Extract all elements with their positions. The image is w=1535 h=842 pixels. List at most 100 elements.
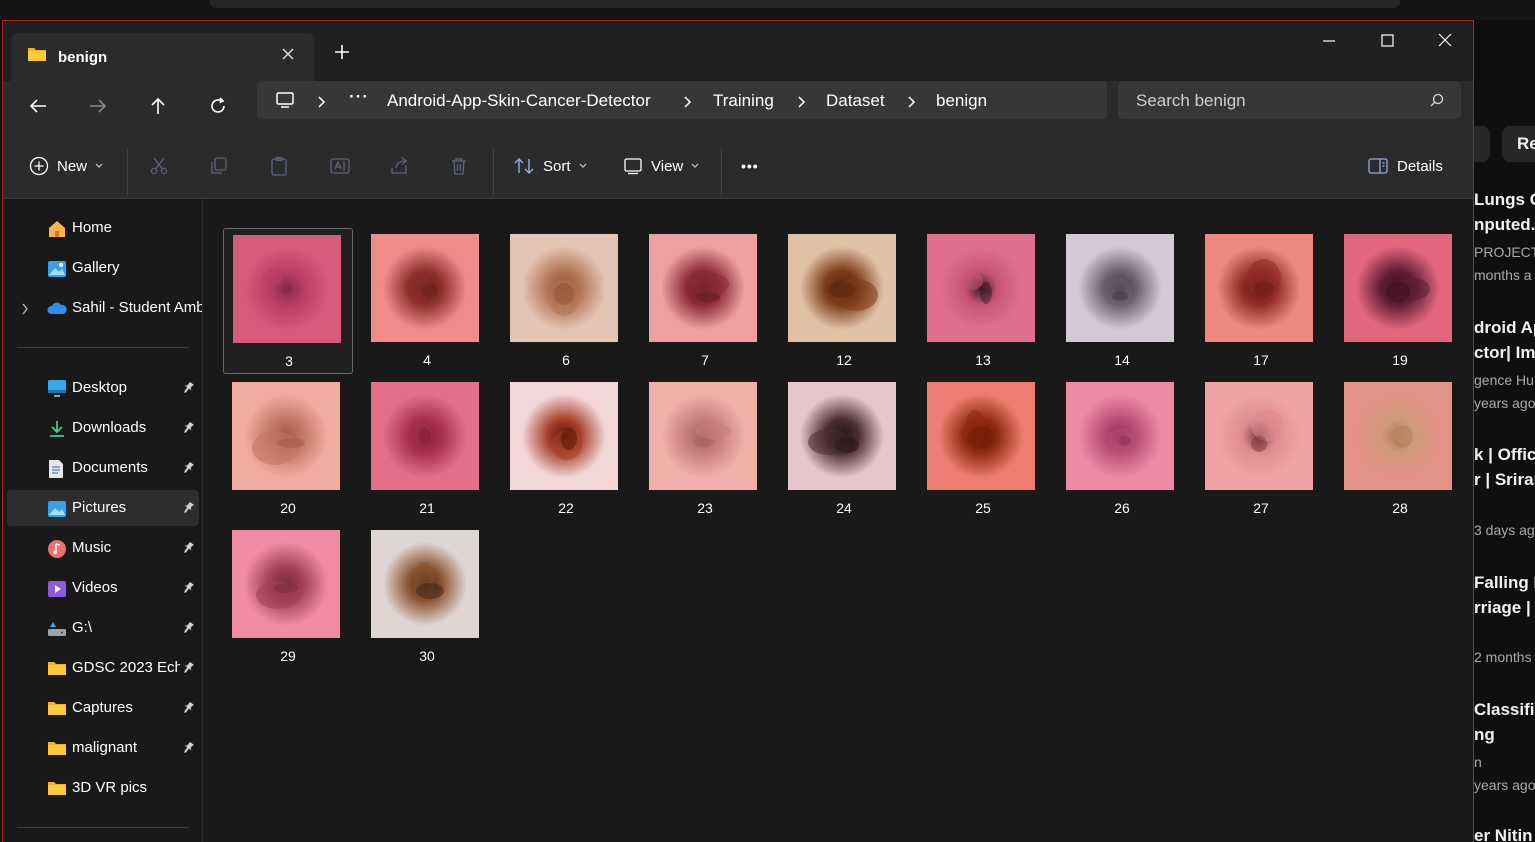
image-thumbnail xyxy=(1066,382,1174,490)
chevron-right-icon[interactable] xyxy=(21,302,29,319)
cut-button[interactable] xyxy=(149,153,169,179)
file-item[interactable]: 26 xyxy=(1057,376,1187,522)
sidebar-item-3d-vr-pics[interactable]: 3D VR pics xyxy=(7,770,199,806)
file-item[interactable]: 27 xyxy=(1196,376,1326,522)
sidebar-item-home[interactable]: Home xyxy=(7,210,199,246)
details-pane-button[interactable]: Details xyxy=(1367,153,1443,179)
minimize-button[interactable] xyxy=(1317,31,1341,51)
pin-icon[interactable] xyxy=(181,421,195,439)
sidebar-item-label: Pictures xyxy=(72,499,127,516)
breadcrumb-segment[interactable]: Android-App-Skin-Cancer-Detector xyxy=(387,91,651,111)
plus-circle-icon xyxy=(29,156,49,176)
chevron-down-icon xyxy=(579,163,586,168)
up-button[interactable] xyxy=(143,91,173,121)
file-name: 22 xyxy=(558,500,574,516)
background-page-text: nputed... xyxy=(1474,215,1535,234)
view-button[interactable]: View xyxy=(623,153,699,179)
pin-icon[interactable] xyxy=(181,381,195,399)
background-page-text: PROJECT xyxy=(1474,244,1535,260)
pin-icon[interactable] xyxy=(181,461,195,479)
file-item[interactable]: 12 xyxy=(779,228,909,374)
maximize-button[interactable] xyxy=(1375,31,1399,51)
sidebar-item-videos[interactable]: Videos xyxy=(7,570,199,606)
background-page-text: 3 days ag xyxy=(1474,522,1535,538)
chevron-right-icon[interactable] xyxy=(317,95,327,108)
share-button[interactable] xyxy=(389,153,409,179)
file-item[interactable]: 3 xyxy=(223,228,353,374)
file-item[interactable]: 28 xyxy=(1335,376,1465,522)
chevron-right-icon[interactable] xyxy=(683,95,693,108)
copy-button[interactable] xyxy=(209,153,229,179)
forward-button[interactable] xyxy=(83,91,113,121)
pin-icon[interactable] xyxy=(181,541,195,559)
file-item[interactable]: 6 xyxy=(501,228,631,374)
sidebar-item-malignant[interactable]: malignant xyxy=(7,730,199,766)
document-icon xyxy=(47,459,65,478)
file-item[interactable]: 25 xyxy=(918,376,1048,522)
delete-button[interactable] xyxy=(449,153,469,179)
pin-icon[interactable] xyxy=(181,621,195,639)
toolbar-divider xyxy=(493,149,494,195)
breadcrumb-segment[interactable]: Training xyxy=(713,91,774,111)
pin-icon[interactable] xyxy=(181,661,195,679)
sidebar-item-desktop[interactable]: Desktop xyxy=(7,370,199,406)
sidebar-item-g[interactable]: G:\ xyxy=(7,610,199,646)
image-thumbnail xyxy=(1344,234,1452,342)
more-options-button[interactable]: ••• xyxy=(741,153,759,179)
chevron-right-icon[interactable] xyxy=(797,95,807,108)
breadcrumb-segment[interactable]: Dataset xyxy=(826,91,885,111)
file-item[interactable]: 30 xyxy=(362,524,492,670)
file-item[interactable]: 17 xyxy=(1196,228,1326,374)
file-item[interactable]: 29 xyxy=(223,524,353,670)
copy-icon xyxy=(211,157,227,174)
sidebar-item-documents[interactable]: Documents xyxy=(7,450,199,486)
file-item[interactable]: 4 xyxy=(362,228,492,374)
pin-icon[interactable] xyxy=(181,501,195,519)
sidebar-item-downloads[interactable]: Downloads xyxy=(7,410,199,446)
clipboard-icon xyxy=(271,156,287,176)
pin-icon[interactable] xyxy=(181,701,195,719)
pin-icon[interactable] xyxy=(181,741,195,759)
details-button-label: Details xyxy=(1397,157,1443,175)
background-page-text: gence Hu xyxy=(1474,372,1534,388)
paste-button[interactable] xyxy=(269,153,289,179)
refresh-button[interactable] xyxy=(203,91,233,121)
chevron-down-icon xyxy=(691,163,699,168)
file-item[interactable]: 24 xyxy=(779,376,909,522)
breadcrumb-segment[interactable]: benign xyxy=(936,91,987,111)
sidebar-item-captures[interactable]: Captures xyxy=(7,690,199,726)
background-browser-page: Re Lungs C nputed... PROJECT months a droid … xyxy=(1474,120,1535,842)
back-button[interactable] xyxy=(23,91,53,121)
address-bar[interactable]: ··· Android-App-Skin-Cancer-Detector Tra… xyxy=(257,81,1107,119)
sidebar-item-music[interactable]: Music xyxy=(7,530,199,566)
file-item[interactable]: 19 xyxy=(1335,228,1465,374)
file-name: 30 xyxy=(419,648,435,664)
address-overflow-button[interactable]: ··· xyxy=(349,87,369,107)
sort-button[interactable]: Sort xyxy=(513,153,587,179)
tab-close-icon[interactable] xyxy=(279,45,297,63)
file-item[interactable]: 21 xyxy=(362,376,492,522)
search-box[interactable]: Search benign xyxy=(1118,81,1461,119)
chevron-right-icon[interactable] xyxy=(907,95,917,108)
sidebar-item-gallery[interactable]: Gallery xyxy=(7,250,199,286)
file-item[interactable]: 22 xyxy=(501,376,631,522)
sidebar-item-onedrive[interactable]: Sahil - Student Ambassador xyxy=(7,290,202,326)
tab-benign[interactable]: benign xyxy=(11,33,315,81)
file-item[interactable]: 13 xyxy=(918,228,1048,374)
file-item[interactable]: 23 xyxy=(640,376,770,522)
sidebar-item-gdsc-2023-echelon[interactable]: GDSC 2023 Echelon xyxy=(7,650,199,686)
file-item[interactable]: 20 xyxy=(223,376,353,522)
close-window-button[interactable] xyxy=(1433,31,1457,51)
sidebar-item-label: Downloads xyxy=(72,419,147,436)
rename-button[interactable] xyxy=(329,153,351,179)
download-icon xyxy=(47,419,65,437)
pictures-icon xyxy=(47,499,66,517)
this-pc-icon[interactable] xyxy=(275,90,295,115)
file-item[interactable]: 7 xyxy=(640,228,770,374)
file-item[interactable]: 14 xyxy=(1057,228,1187,374)
new-button[interactable]: New xyxy=(29,153,103,179)
pin-icon[interactable] xyxy=(181,581,195,599)
sidebar-item-pictures[interactable]: Pictures xyxy=(7,490,199,526)
new-tab-button[interactable] xyxy=(331,41,353,63)
search-icon[interactable] xyxy=(1430,93,1444,112)
